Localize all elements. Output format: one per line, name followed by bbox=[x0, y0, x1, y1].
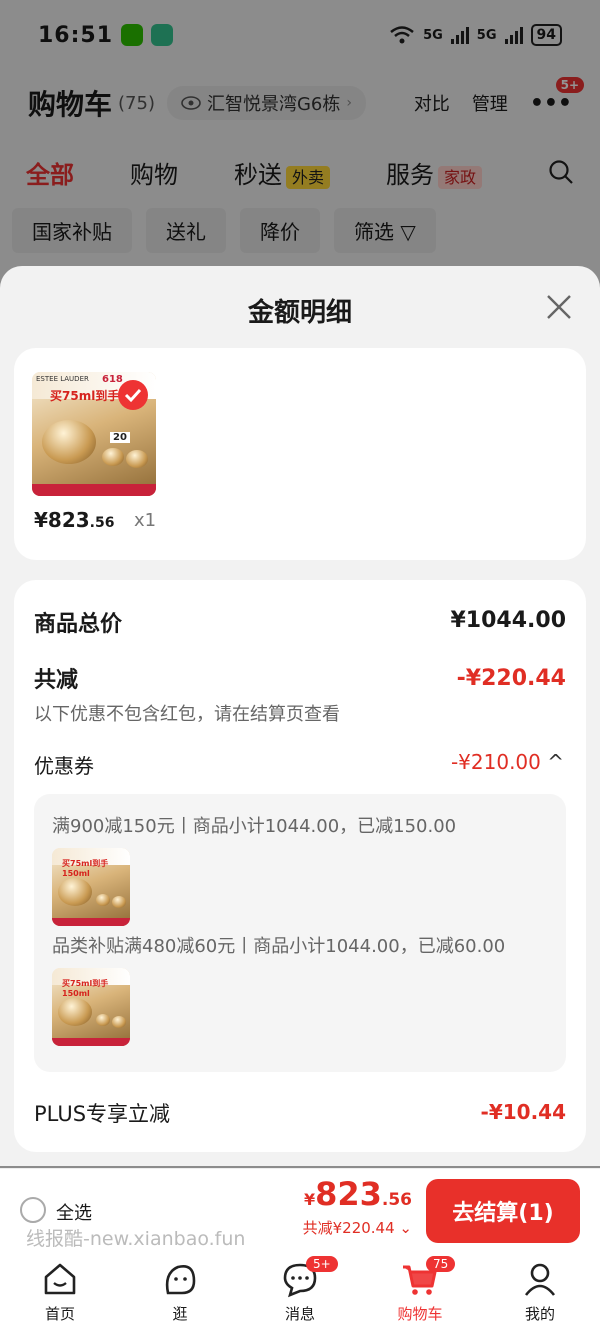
discount-value: -¥220.44 bbox=[456, 666, 566, 691]
nav-cart[interactable]: 购物车 75 bbox=[360, 1250, 480, 1332]
checkout-total: ¥823.56 bbox=[304, 1175, 412, 1213]
coupon-value: -¥210.00 bbox=[450, 750, 541, 774]
thumb-promo-1: 买75ml到手150ml bbox=[62, 859, 109, 878]
amount-detail-sheet: 金额明细 ESTEE LAUDER 618 买75ml到手150 20 ¥823… bbox=[0, 266, 600, 1166]
coupon-thumb-1: 买75ml到手150ml bbox=[52, 848, 130, 926]
product-image[interactable]: ESTEE LAUDER 618 买75ml到手150 20 bbox=[32, 372, 156, 496]
thumb-promo-2: 买75ml到手150ml bbox=[62, 979, 109, 998]
messages-badge: 5+ bbox=[306, 1256, 338, 1272]
nav-home-label: 首页 bbox=[44, 1305, 75, 1323]
checkout-price-dec: .56 bbox=[381, 1190, 412, 1210]
coupon-thumb-2: 买75ml到手150ml bbox=[52, 968, 130, 1046]
select-all-label[interactable]: 全选 bbox=[56, 1199, 92, 1225]
nav-browse-label: 逛 bbox=[172, 1305, 188, 1323]
sheet-title: 金额明细 bbox=[247, 298, 352, 328]
amount-detail-card: 商品总价 ¥1044.00 共减 -¥220.44 以下优惠不包含红包，请在结算… bbox=[14, 580, 586, 1152]
nav-cart-label: 购物车 bbox=[397, 1305, 443, 1323]
nav-home[interactable]: 首页 bbox=[0, 1250, 120, 1332]
chevron-up-icon: ^ bbox=[547, 750, 564, 774]
total-label: 商品总价 bbox=[34, 612, 123, 637]
nav-messages[interactable]: 消息 5+ bbox=[240, 1250, 360, 1332]
total-value: ¥1044.00 bbox=[450, 608, 566, 633]
checkout-button[interactable]: 去结算(1) bbox=[426, 1179, 580, 1243]
selected-check-icon[interactable] bbox=[118, 380, 148, 410]
bottom-navigation: 首页 逛 消息 5+ 购物车 75 我的 bbox=[0, 1250, 600, 1332]
home-icon bbox=[44, 1263, 76, 1295]
close-icon[interactable] bbox=[542, 290, 576, 324]
plus-value: -¥10.44 bbox=[480, 1100, 566, 1124]
brand-logo: ESTEE LAUDER bbox=[36, 375, 89, 383]
item-price-dec: .56 bbox=[89, 515, 115, 531]
gift-tag: 20 bbox=[110, 432, 130, 443]
item-price: ¥823.56 bbox=[34, 508, 114, 532]
plus-label: PLUS专享立减 bbox=[34, 1102, 171, 1126]
coupon-line-1: 满900减150元丨商品小计1044.00，已减150.00 bbox=[52, 816, 457, 837]
select-all-radio[interactable] bbox=[20, 1197, 46, 1223]
coupon-label: 优惠券 bbox=[34, 754, 94, 778]
coupon-toggle[interactable]: -¥210.00 ^ bbox=[451, 750, 564, 774]
cart-badge: 75 bbox=[426, 1256, 456, 1272]
watermark-text: 线报酷-new.xianbao.fun bbox=[26, 1228, 246, 1250]
discount-label: 共减 bbox=[34, 668, 79, 693]
chevron-down-icon: ⌄ bbox=[399, 1219, 412, 1237]
coupon-detail-box: 满900减150元丨商品小计1044.00，已减150.00 买75ml到手15… bbox=[34, 794, 566, 1072]
profile-icon bbox=[524, 1263, 556, 1296]
checkout-currency: ¥ bbox=[303, 1190, 316, 1209]
nav-profile[interactable]: 我的 bbox=[480, 1250, 600, 1332]
total-discount-detail-toggle[interactable]: 共减¥220.44 ⌄ bbox=[303, 1217, 412, 1238]
nav-profile-label: 我的 bbox=[524, 1305, 555, 1323]
nav-browse[interactable]: 逛 bbox=[120, 1250, 240, 1332]
product-card: ESTEE LAUDER 618 买75ml到手150 20 ¥823.56 x… bbox=[14, 348, 586, 560]
nav-messages-label: 消息 bbox=[284, 1305, 315, 1323]
browse-icon bbox=[165, 1265, 196, 1295]
checkout-price-int: 823 bbox=[315, 1175, 382, 1213]
item-currency: ¥ bbox=[34, 508, 48, 532]
discount-note: 以下优惠不包含红包，请在结算页查看 bbox=[34, 704, 340, 725]
coupon-line-2: 品类补贴满480减60元丨商品小计1044.00，已减60.00 bbox=[52, 936, 506, 957]
total-discount-text: 共减¥220.44 bbox=[302, 1219, 395, 1237]
item-quantity: x1 bbox=[134, 510, 157, 531]
item-price-int: 823 bbox=[47, 508, 90, 532]
